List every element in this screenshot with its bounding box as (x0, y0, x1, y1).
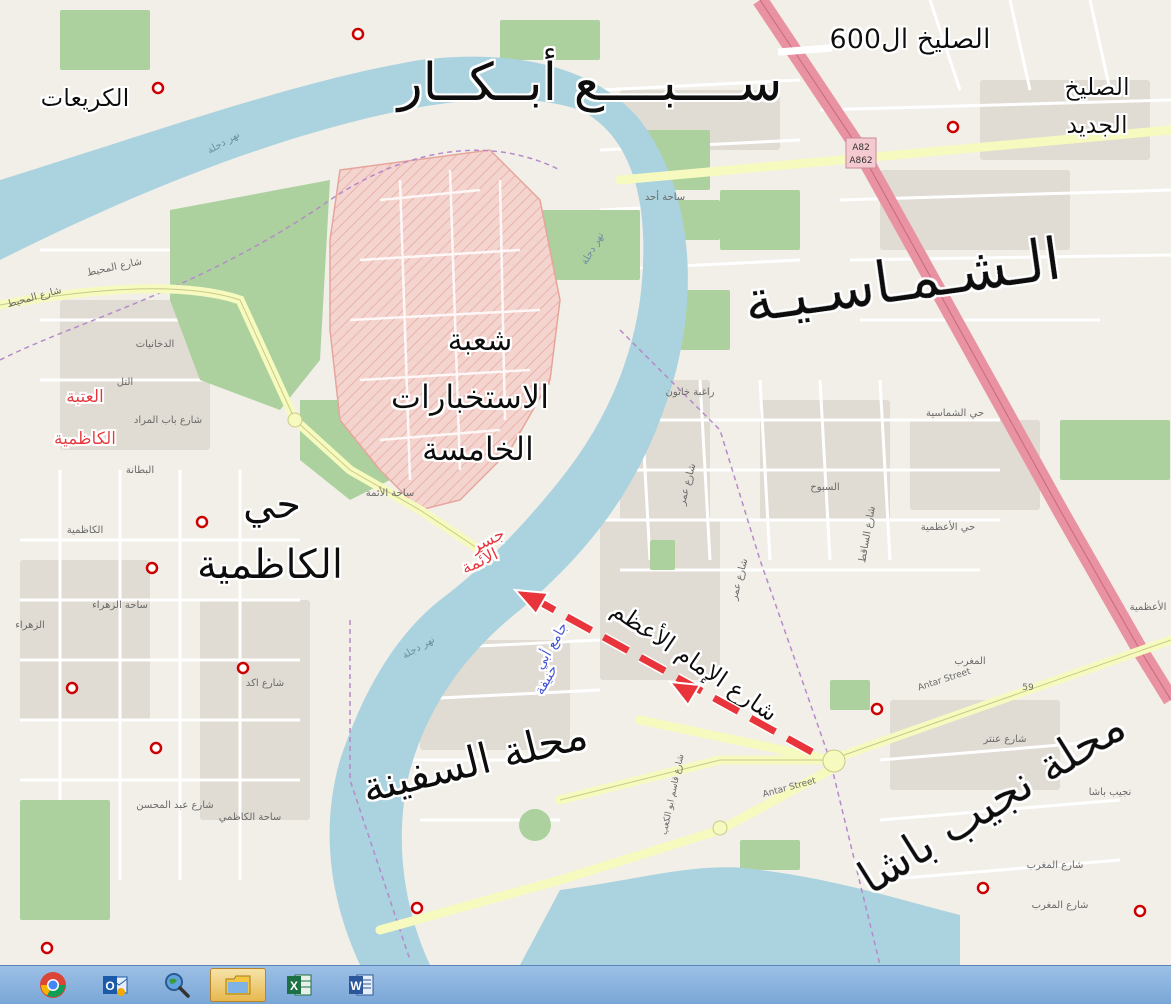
label-kuraiat: الكريعات (41, 84, 130, 112)
roundabout-3 (712, 820, 728, 836)
label-sh-abd-muhsin: شارع عبد المحسن (136, 800, 213, 811)
folder-icon (225, 975, 251, 995)
label-sulaikh-jadid-2: الجديد (1066, 111, 1127, 139)
svg-text:X: X (290, 979, 298, 993)
svg-text:W: W (350, 979, 362, 993)
label-num: 59 (1022, 683, 1034, 693)
chrome-icon (40, 972, 66, 998)
label-sh-maghrib-2: شارع المغرب (1032, 900, 1089, 911)
magnifier-globe-icon (165, 973, 190, 998)
label-sabaa-abkar: ســــبــــع أبــكــار (395, 48, 783, 113)
svg-text:O: O (105, 979, 114, 993)
outlook-icon: O (103, 976, 128, 996)
label-ataba-1: العتبة (66, 387, 103, 407)
label-sh-akd: شارع اكد (246, 678, 284, 689)
taskbar-search-tool-button[interactable] (148, 968, 206, 1002)
label-ataba-2: الكاظمية (54, 429, 116, 449)
label-shuaba-3: الخامسة (422, 430, 534, 468)
excel-icon: X (287, 974, 312, 996)
label-sahat-kadhimi: ساحة الكاظمي (219, 812, 282, 823)
label-tall: التل (117, 377, 133, 388)
label-dakhaniyat: الدخانيات (136, 339, 175, 350)
taskbar: O X W (0, 965, 1171, 1004)
taskbar-word-button[interactable]: W (332, 968, 390, 1002)
label-zahraa: الزهراء (15, 620, 45, 631)
road-shield-a82: A82 (852, 143, 870, 153)
label-hay-kadhimiya-1: حي (243, 482, 301, 528)
label-raghiba: راغبة خاتون (666, 387, 715, 398)
taskbar-chrome-button[interactable] (24, 968, 82, 1002)
label-shuaba-2: الاستخبارات (391, 378, 549, 416)
roundabout (822, 749, 846, 773)
label-hay-shamasiya: حي الشماسية (926, 408, 984, 419)
map-canvas[interactable]: A82 A862 ساحة أحد نهر دجلة نهر دجلة نهر … (0, 0, 1171, 965)
label-shuaba-1: شعبة (448, 323, 513, 358)
label-sahat-ahad: ساحة أحد (645, 190, 685, 203)
road-shield-a862: A862 (849, 156, 872, 166)
label-sahat-zahraa: ساحة الزهراء (92, 600, 148, 611)
taskbar-excel-button[interactable]: X (270, 968, 328, 1002)
label-sulaikh-600: الصليخ ال600 (830, 24, 991, 55)
label-suwaij: السبوح (810, 482, 839, 493)
label-adhamiya: الأعظمية (1130, 600, 1167, 613)
taskbar-start-area (0, 966, 22, 1004)
roundabout-2 (287, 412, 303, 428)
label-sh-antar-small: شارع عنتر (983, 734, 1027, 745)
label-sulaikh-jadid-1: الصليخ (1064, 73, 1129, 101)
taskbar-explorer-button[interactable] (210, 968, 266, 1002)
word-icon: W (349, 974, 374, 996)
label-sh-maghrib-1: شارع المغرب (1027, 860, 1084, 871)
label-hay-kadhimiya-2: الكاظمية (197, 542, 343, 588)
label-battana: البطانة (126, 465, 154, 476)
label-sahat-aimma: ساحة الأئمة (366, 486, 415, 499)
taskbar-outlook-button[interactable]: O (86, 968, 144, 1002)
label-maghrib: المغرب (954, 656, 985, 667)
label-najib-small: نجيب باشا (1089, 787, 1132, 798)
label-kadhimiya-small: الكاظمية (67, 525, 104, 536)
label-bab-murad: شارع باب المراد (134, 415, 202, 426)
label-hay-adhamiya: حي الأعظمية (921, 520, 976, 533)
